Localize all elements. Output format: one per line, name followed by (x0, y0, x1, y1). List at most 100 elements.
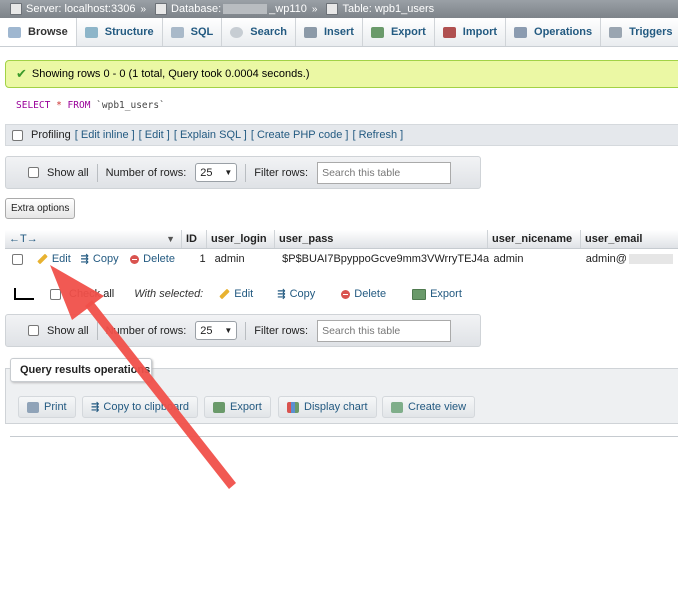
print-button[interactable]: Print (18, 396, 76, 418)
cell-user-email[interactable]: admin@ (582, 249, 678, 269)
with-selected-bar: Check all With selected: Edit ⇶ Copy Del… (14, 285, 462, 303)
breadcrumb-database-suffix: _wp110 (269, 3, 307, 15)
copy-to-clipboard-label: Copy to clipboard (103, 401, 189, 413)
tab-insert[interactable]: Insert (296, 18, 363, 46)
cell-user-nicename[interactable]: admin (489, 249, 581, 269)
tab-browse[interactable]: Browse (0, 18, 77, 46)
tab-structure[interactable]: Structure (77, 18, 163, 46)
explain-sql-link[interactable]: [ Explain SQL ] (174, 129, 247, 141)
breadcrumb-table-label: Table: wpb1_users (342, 3, 435, 15)
success-message-text: Showing rows 0 - 0 (1 total, Query took … (31, 68, 310, 80)
tab-triggers[interactable]: Triggers (601, 18, 678, 46)
cell-user-email-value: admin@ (585, 253, 627, 265)
breadcrumb-database[interactable]: Database: _wp110 (151, 3, 307, 15)
row-checkbox-cell (5, 249, 33, 269)
redacted-database-name (223, 4, 268, 14)
tab-export[interactable]: Export (363, 18, 435, 46)
breadcrumb-table[interactable]: Table: wpb1_users (322, 3, 434, 15)
extra-options-button[interactable]: Extra options (5, 198, 76, 219)
column-header-user-login[interactable]: user_login (207, 230, 275, 248)
filter-rows-label: Filter rows: (254, 166, 309, 179)
edit-inline-link[interactable]: [ Edit inline ] (75, 129, 135, 141)
print-icon (27, 401, 39, 413)
chevron-down-icon[interactable]: ▼ (166, 234, 175, 244)
bulk-copy-button[interactable]: ⇶ Copy (277, 288, 315, 300)
tab-triggers-label: Triggers (629, 26, 673, 38)
row-edit-action[interactable]: Edit (33, 249, 77, 269)
import-icon (442, 26, 456, 38)
sql-query: SELECT * FROM `wpb1_users` (16, 100, 165, 111)
filter-rows-label: Filter rows: (254, 324, 309, 337)
filter-rows-input[interactable]: Search this table (317, 161, 452, 184)
tab-operations[interactable]: Operations (506, 18, 602, 46)
filter-rows-input[interactable]: Search this table (317, 319, 452, 342)
success-message: ✔ Showing rows 0 - 0 (1 total, Query too… (5, 60, 678, 88)
breadcrumb-server[interactable]: Server: localhost:3306 (6, 3, 135, 15)
copy-to-clipboard-button[interactable]: ⇶ Copy to clipboard (82, 396, 198, 418)
number-of-rows-select[interactable]: 25 ▼ (195, 163, 238, 182)
row-checkbox[interactable] (12, 253, 23, 265)
divider (96, 163, 98, 182)
row-copy-action[interactable]: ⇶ Copy (77, 249, 127, 269)
cell-user-pass[interactable]: $P$BUAI7BpyppoGcve9mm3VWrryTEJ4aH/ (278, 249, 489, 269)
display-chart-label: Display chart (304, 401, 368, 413)
tab-import-label: Import (462, 26, 498, 38)
row-copy-label: Copy (92, 253, 119, 265)
refresh-link[interactable]: [ Refresh ] (352, 129, 403, 141)
column-resize-arrows[interactable]: ←T→ (9, 233, 38, 245)
copy-icon: ⇶ (91, 401, 100, 413)
edit-link[interactable]: [ Edit ] (139, 129, 170, 141)
cell-id[interactable]: 1 (186, 249, 211, 269)
breadcrumb-separator: » (140, 3, 147, 15)
table-icon (326, 3, 339, 15)
export-results-button[interactable]: Export (204, 396, 271, 418)
table-row: Edit ⇶ Copy Delete 1 admin $P$BUAI7Bpypp… (5, 249, 678, 269)
search-icon (230, 26, 244, 38)
browse-icon (8, 26, 21, 38)
tab-browse-label: Browse (28, 26, 68, 38)
show-all-checkbox[interactable] (28, 325, 39, 336)
chevron-down-icon: ▼ (224, 326, 233, 335)
chevron-down-icon: ▼ (224, 168, 233, 177)
create-view-button[interactable]: Create view (382, 396, 476, 418)
chart-icon (287, 401, 299, 413)
print-label: Print (44, 401, 67, 413)
copy-icon: ⇶ (277, 288, 286, 300)
check-all-checkbox[interactable] (50, 288, 61, 300)
divider (245, 321, 247, 340)
sql-keyword-select: SELECT (16, 100, 51, 111)
row-delete-action[interactable]: Delete (126, 249, 186, 269)
bulk-delete-button[interactable]: Delete (341, 288, 386, 300)
tab-import[interactable]: Import (435, 18, 507, 46)
sql-keyword-from: FROM (67, 100, 91, 111)
display-chart-button[interactable]: Display chart (278, 396, 377, 418)
main-tabs: Browse Structure SQL Search Insert Expor… (0, 18, 678, 47)
copy-icon: ⇶ (80, 253, 89, 265)
column-header-user-nicename[interactable]: user_nicename (488, 230, 581, 248)
cell-user-login[interactable]: admin (211, 249, 279, 269)
breadcrumb: Server: localhost:3306 » Database: _wp11… (0, 0, 678, 18)
bulk-export-button[interactable]: Export (412, 288, 462, 300)
profiling-checkbox[interactable] (12, 129, 23, 141)
tab-structure-label: Structure (104, 26, 154, 38)
number-of-rows-value: 25 (200, 166, 213, 179)
number-of-rows-select[interactable]: 25 ▼ (195, 321, 238, 340)
row-delete-label: Delete (143, 253, 175, 265)
checkmark-icon: ✔ (16, 66, 27, 81)
tab-search[interactable]: Search (222, 18, 296, 46)
sql-icon (170, 26, 184, 38)
tab-sql[interactable]: SQL (163, 18, 223, 46)
divider (96, 321, 98, 340)
create-view-label: Create view (408, 401, 467, 413)
column-header-user-pass[interactable]: user_pass (275, 230, 488, 248)
insert-icon (303, 26, 317, 38)
column-header-user-email[interactable]: user_email (581, 230, 678, 248)
column-header-id[interactable]: ID (182, 230, 207, 248)
show-all-checkbox[interactable] (28, 167, 39, 178)
bulk-edit-button[interactable]: Edit (219, 288, 253, 300)
query-results-operations-legend: Query results operations (10, 358, 152, 382)
show-all-label: Show all (47, 324, 89, 337)
create-php-code-link[interactable]: [ Create PHP code ] (251, 129, 349, 141)
check-all-label[interactable]: Check all (69, 288, 114, 300)
bulk-edit-label: Edit (234, 288, 254, 300)
